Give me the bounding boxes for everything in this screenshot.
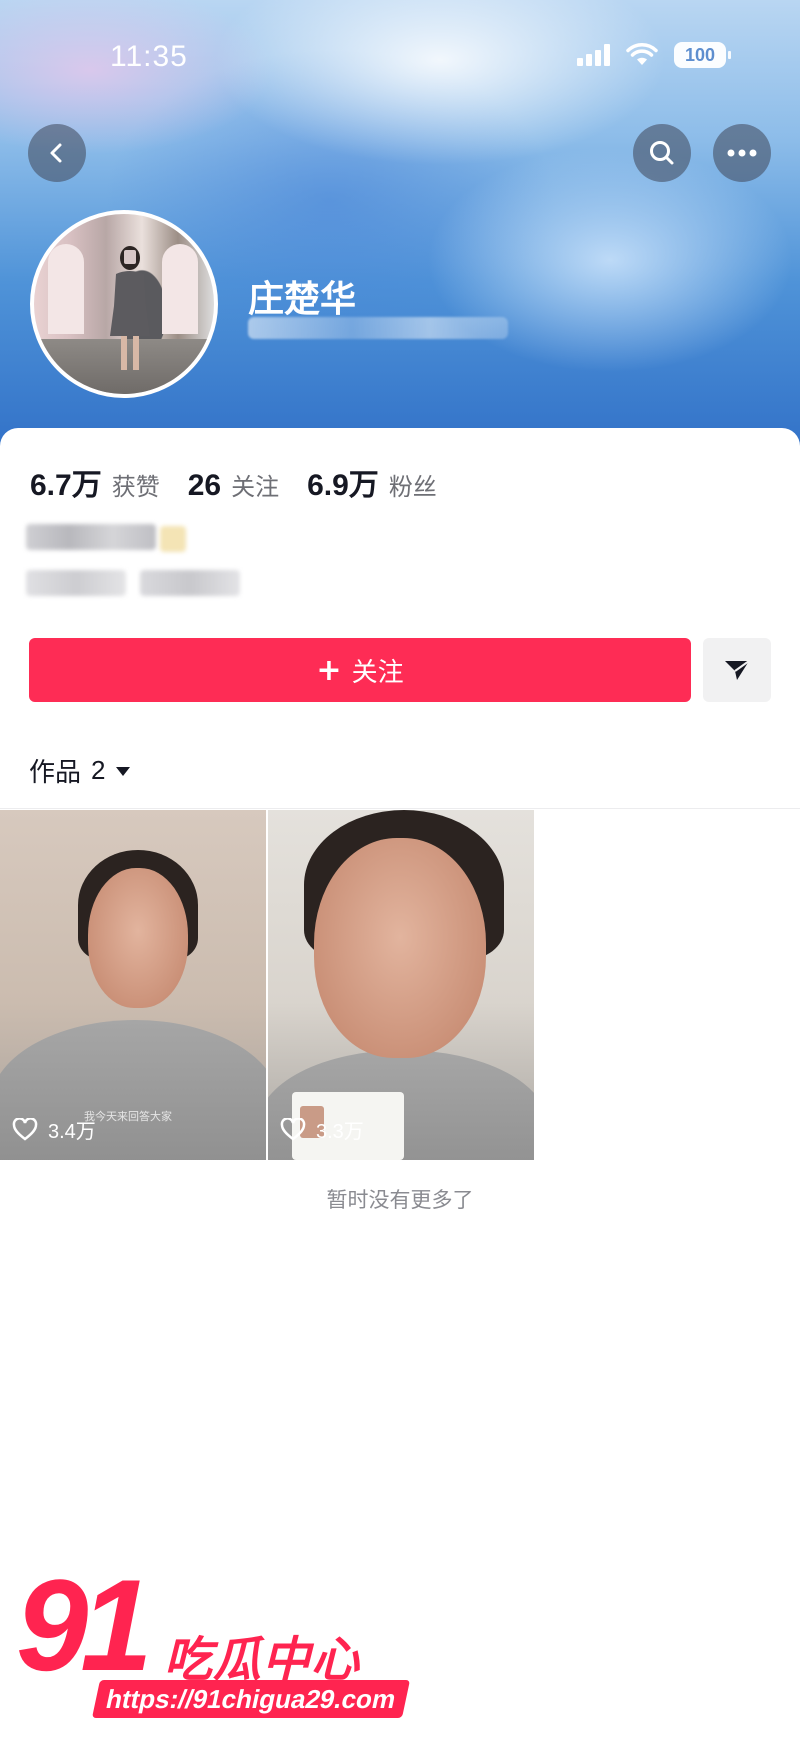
status-time: 11:35	[110, 40, 188, 73]
works-count: 2	[91, 755, 106, 785]
works-tab-label: 作品	[29, 758, 82, 788]
divider	[0, 808, 800, 809]
stat-likes[interactable]: 6.7万 获赞	[30, 460, 160, 504]
stat-likes-label: 获赞	[111, 473, 160, 501]
stat-followers[interactable]: 6.9万 粉丝	[307, 460, 437, 504]
blurred-bio-tag	[140, 570, 240, 596]
search-icon	[650, 141, 674, 165]
heart-icon	[280, 1117, 306, 1141]
thumbnail-scene	[314, 838, 486, 1058]
stat-followers-number: 6.9万	[307, 469, 379, 502]
follow-button-label: 关注	[351, 657, 404, 688]
avatar-figure	[110, 246, 150, 370]
tab-works[interactable]: 作品 2	[29, 752, 131, 789]
status-icons: 100	[577, 42, 731, 68]
blurred-bio-tag	[26, 570, 126, 596]
stat-following-number: 26	[187, 469, 222, 502]
back-button[interactable]	[28, 124, 86, 182]
watermark-logo: 91 吃瓜中心 https://91chigua29.com	[16, 1552, 416, 1728]
profile-card: 6.7万 获赞 26 关注 6.9万 粉丝 + 关注 作品 2 我今天来回答大家…	[0, 428, 800, 1738]
stat-following-label: 关注	[231, 473, 280, 501]
send-icon	[725, 660, 750, 680]
watermark-number: 91	[16, 1552, 153, 1698]
cellular-signal-icon	[577, 44, 610, 66]
share-button[interactable]	[703, 638, 771, 702]
plus-icon: +	[316, 652, 342, 688]
video-thumbnail[interactable]: 3.3万	[268, 810, 534, 1160]
video-thumbnail[interactable]: 我今天来回答大家 3.4万	[0, 810, 266, 1160]
battery-indicator: 100	[674, 42, 731, 68]
no-more-text: 暂时没有更多了	[326, 1188, 474, 1212]
video-likes-count: 3.3万	[316, 1121, 364, 1143]
avatar[interactable]	[30, 210, 218, 398]
video-likes: 3.3万	[280, 1115, 364, 1144]
caret-down-icon	[116, 766, 131, 776]
more-horizontal-icon	[727, 149, 757, 157]
avatar-background	[48, 244, 84, 334]
follow-button[interactable]: + 关注	[29, 638, 691, 702]
blurred-bio-line	[26, 524, 156, 550]
blurred-bio-emoji	[160, 526, 186, 552]
video-likes-count: 3.4万	[48, 1121, 96, 1143]
chevron-left-icon	[50, 143, 62, 163]
watermark-url: https://91chigua29.com	[91, 1680, 411, 1718]
heart-icon	[12, 1117, 38, 1141]
profile-banner: 11:35 100 庄楚华	[0, 0, 800, 470]
profile-stats: 6.7万 获赞 26 关注 6.9万 粉丝	[30, 460, 437, 504]
video-likes: 3.4万	[12, 1115, 96, 1144]
avatar-background-right	[162, 244, 198, 334]
stat-following[interactable]: 26 关注	[188, 467, 279, 503]
blurred-account-id	[248, 317, 508, 339]
stat-followers-label: 粉丝	[388, 473, 437, 501]
thumbnail-scene	[88, 868, 188, 1008]
profile-name: 庄楚华	[248, 279, 357, 320]
wifi-icon	[626, 43, 658, 65]
more-button[interactable]	[713, 124, 771, 182]
search-button[interactable]	[633, 124, 691, 182]
video-caption: 我今天来回答大家	[84, 1110, 172, 1123]
stat-likes-number: 6.7万	[30, 469, 102, 502]
